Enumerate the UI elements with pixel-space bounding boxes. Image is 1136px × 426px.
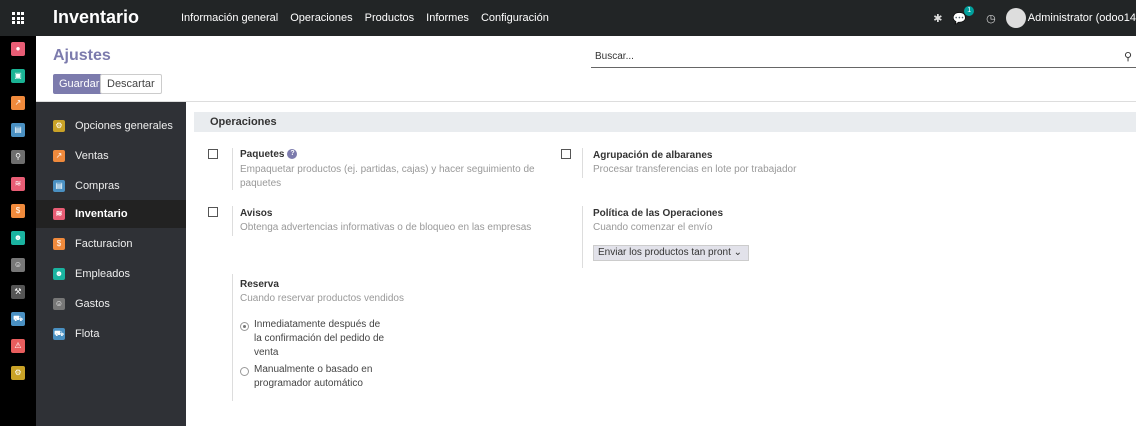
link-icon[interactable]: ⚲ (11, 150, 25, 164)
purchase-icon[interactable]: ▤ (11, 123, 25, 137)
reserva-option-inmediata-label[interactable]: Inmediatamente después de la confirmació… (254, 318, 414, 360)
option-line: programador automático (254, 378, 363, 389)
card-icon: ▤ (53, 180, 65, 192)
sidebar-item-facturacion[interactable]: $ Facturacion (36, 230, 186, 258)
avisos-desc: Obtenga advertencias informativas o de b… (240, 222, 532, 233)
gear-icon: ⚙ (53, 120, 65, 132)
section-title: Operaciones (194, 112, 1136, 132)
menu-informacion-general[interactable]: Información general (181, 12, 278, 24)
avisos-checkbox[interactable] (208, 207, 218, 217)
page-title: Ajustes (53, 47, 111, 64)
menu-informes[interactable]: Informes (426, 12, 469, 24)
settings-icon[interactable]: ⚙ (11, 366, 25, 380)
fleet-icon[interactable]: ⛟ (11, 312, 25, 326)
divider (232, 206, 233, 236)
clock-icon[interactable]: ◷ (986, 12, 996, 25)
avatar (1005, 8, 1026, 28)
search-icon[interactable]: ⚲ (1124, 50, 1134, 63)
sidebar-item-empleados[interactable]: ☻ Empleados (36, 260, 186, 288)
employees-icon[interactable]: ☻ (11, 231, 25, 245)
option-line: Inmediatamente después de (254, 319, 381, 330)
search-input[interactable]: Buscar... (591, 48, 1136, 68)
sidebar-item-gastos[interactable]: ☺ Gastos (36, 290, 186, 318)
divider (582, 206, 583, 268)
paquetes-desc: Empaquetar productos (ej. partidas, caja… (240, 163, 540, 191)
people-icon: ☻ (53, 268, 65, 280)
paquetes-title: Paquetes? (240, 149, 298, 160)
avisos-title: Avisos (240, 208, 273, 219)
invoice-icon: $ (53, 238, 65, 250)
menu-productos[interactable]: Productos (365, 12, 415, 24)
reserva-option-manual-radio[interactable] (240, 367, 249, 376)
politica-select[interactable]: Enviar los productos tan pront ⌄ (593, 245, 749, 261)
sidebar-item-flota[interactable]: ⛟ Flota (36, 320, 186, 348)
agrupacion-checkbox[interactable] (561, 149, 571, 159)
discard-button[interactable]: Descartar (100, 74, 162, 94)
reserva-title: Reserva (240, 279, 279, 290)
save-button[interactable]: Guardar (53, 74, 106, 94)
top-menu: Información general Operaciones Producto… (181, 12, 549, 24)
user-menu[interactable]: Administrator (odoo14 (1005, 8, 1136, 28)
politica-desc: Cuando comenzar el envío (593, 222, 713, 233)
divider (232, 274, 233, 401)
settings-main: Operaciones Paquetes? Empaquetar product… (186, 102, 1136, 426)
reserva-option-inmediata-radio[interactable] (240, 322, 249, 331)
sidebar-item-label: Ventas (75, 150, 109, 162)
menu-operaciones[interactable]: Operaciones (290, 12, 352, 24)
divider (232, 148, 233, 190)
message-count-badge: 1 (964, 5, 975, 16)
sidebar-item-label: Gastos (75, 298, 110, 310)
help-icon[interactable]: ? (287, 149, 298, 160)
expenses-icon[interactable]: ☺ (11, 258, 25, 272)
user-name: Administrator (odoo14 (1027, 12, 1136, 24)
sidebar-item-ventas[interactable]: ↗ Ventas (36, 142, 186, 170)
sidebar-item-label: Inventario (75, 208, 128, 220)
paquetes-desc-line2: paquetes (240, 178, 282, 189)
sidebar-item-inventario[interactable]: ≋ Inventario (36, 200, 186, 228)
menu-configuracion[interactable]: Configuración (481, 12, 549, 24)
option-line: venta (254, 347, 279, 358)
discuss-icon[interactable]: ● (11, 42, 25, 56)
paquetes-checkbox[interactable] (208, 149, 218, 159)
apps-menu-icon[interactable] (12, 12, 24, 24)
divider (582, 148, 583, 178)
activity-icon[interactable]: ⚠ (11, 339, 25, 353)
inventory-icon[interactable]: ≋ (11, 177, 25, 191)
car-icon: ⛟ (53, 328, 65, 340)
bug-icon[interactable]: ✱ (933, 12, 942, 25)
control-panel: Ajustes Guardar Descartar Buscar... ⚲ (36, 36, 1136, 102)
sidebar-item-label: Compras (75, 180, 120, 192)
paquetes-desc-line1: Empaquetar productos (ej. partidas, caja… (240, 164, 535, 175)
calendar-icon[interactable]: ▣ (11, 69, 25, 83)
sidebar-item-label: Opciones generales (75, 120, 173, 132)
option-line: la confirmación del pedido de (254, 333, 385, 344)
agrupacion-desc: Procesar transferencias en lote por trab… (593, 164, 797, 175)
tools-icon[interactable]: ⚒ (11, 285, 25, 299)
app-strip: ● ▣ ↗ ▤ ⚲ ≋ $ ☻ ☺ ⚒ ⛟ ⚠ ⚙ (0, 36, 36, 426)
invoicing-icon[interactable]: $ (11, 204, 25, 218)
messages-icon[interactable]: 💬 1 (952, 5, 975, 25)
sidebar-item-compras[interactable]: ▤ Compras (36, 172, 186, 200)
sidebar-item-label: Flota (75, 328, 100, 340)
settings-sidebar: ⚙ Opciones generales ↗ Ventas ▤ Compras … (36, 102, 186, 426)
top-navbar: Inventario Información general Operacion… (0, 0, 1136, 36)
sidebar-item-label: Empleados (75, 268, 131, 280)
politica-title: Política de las Operaciones (593, 208, 724, 219)
option-line: Manualmente o basado en (254, 364, 373, 375)
box-icon: ≋ (53, 208, 65, 220)
reserva-option-manual-label[interactable]: Manualmente o basado en programador auto… (254, 363, 414, 391)
sidebar-item-label: Facturacion (75, 238, 133, 250)
sidebar-item-opciones-generales[interactable]: ⚙ Opciones generales (36, 112, 186, 140)
sales-icon[interactable]: ↗ (11, 96, 25, 110)
expense-icon: ☺ (53, 298, 65, 310)
systray: ✱ 💬 1 ◷ Administrator (odoo14 (933, 0, 1136, 36)
chart-icon: ↗ (53, 150, 65, 162)
agrupacion-title: Agrupación de albaranes (593, 150, 713, 161)
app-brand[interactable]: Inventario (53, 7, 139, 28)
reserva-desc: Cuando reservar productos vendidos (240, 293, 404, 304)
